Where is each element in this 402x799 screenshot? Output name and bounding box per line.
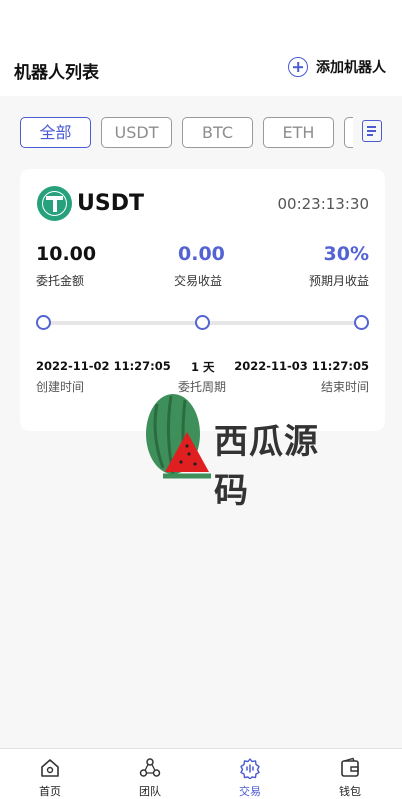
period-value: 1 天 — [191, 360, 215, 374]
nav-item-home[interactable]: 首页 — [0, 749, 100, 799]
nav-item-trade[interactable]: 交易 — [200, 749, 300, 799]
coin-name: USDT — [77, 191, 144, 216]
page-title: 机器人列表 — [14, 63, 99, 83]
filter-tab-all[interactable]: 全部 — [20, 117, 91, 148]
nav-label-trade: 交易 — [239, 785, 261, 798]
nav-label-home: 首页 — [39, 785, 61, 798]
filter-tab-eth[interactable]: ETH — [263, 117, 334, 148]
start-date-label: 创建时间 — [36, 380, 85, 394]
nav-item-team[interactable]: 团队 — [100, 749, 200, 799]
filter-tab-more[interactable] — [344, 117, 353, 148]
nav-label-team: 团队 — [139, 785, 161, 798]
end-date-label: 结束时间 — [320, 380, 369, 394]
coin-filter-tabs: 全部 USDT BTC ETH — [20, 117, 353, 149]
nav-label-wallet: 钱包 — [339, 785, 361, 798]
expected-monthly-return-value: 30% — [323, 243, 369, 265]
expected-monthly-return-label: 预期月收益 — [308, 274, 369, 288]
trade-profit-label: 交易收益 — [174, 274, 223, 288]
countdown-timer: 00:23:13:30 — [277, 195, 369, 213]
watermelon-logo-icon — [146, 394, 211, 479]
header: 机器人列表 添加机器人 — [0, 0, 402, 96]
list-icon[interactable] — [362, 120, 382, 142]
team-icon — [139, 758, 161, 777]
watermark-text: 西瓜源码 — [214, 422, 319, 511]
progress-dot-start — [36, 315, 51, 330]
progress-dot-end — [354, 315, 369, 330]
bottom-nav: 首页 团队 交易 钱包 — [0, 748, 402, 799]
trade-profit-value: 0.00 — [178, 243, 225, 265]
home-icon — [41, 759, 59, 777]
nav-item-wallet[interactable]: 钱包 — [300, 749, 400, 799]
wallet-icon — [341, 757, 359, 777]
filter-tab-btc[interactable]: BTC — [182, 117, 253, 148]
entrusted-amount-label: 委托金额 — [36, 274, 85, 288]
trade-icon — [240, 758, 260, 779]
progress-dot-middle — [195, 315, 210, 330]
end-date-value: 2022-11-03 11:27:05 — [234, 359, 369, 373]
robot-list-page: 机器人列表 添加机器人 全部 USDT BTC ETH USDT 00:23:13:3… — [0, 0, 402, 799]
start-date-value: 2022-11-02 11:27:05 — [36, 359, 171, 373]
watermark: 西瓜源码 — [143, 388, 323, 511]
add-robot-button[interactable]: 添加机器人 — [288, 57, 386, 77]
tether-logo-icon — [37, 186, 72, 221]
entrusted-amount-value: 10.00 — [36, 243, 97, 265]
filter-tab-usdt[interactable]: USDT — [101, 117, 172, 148]
plus-circle-icon — [288, 57, 308, 77]
add-robot-label: 添加机器人 — [316, 60, 386, 76]
